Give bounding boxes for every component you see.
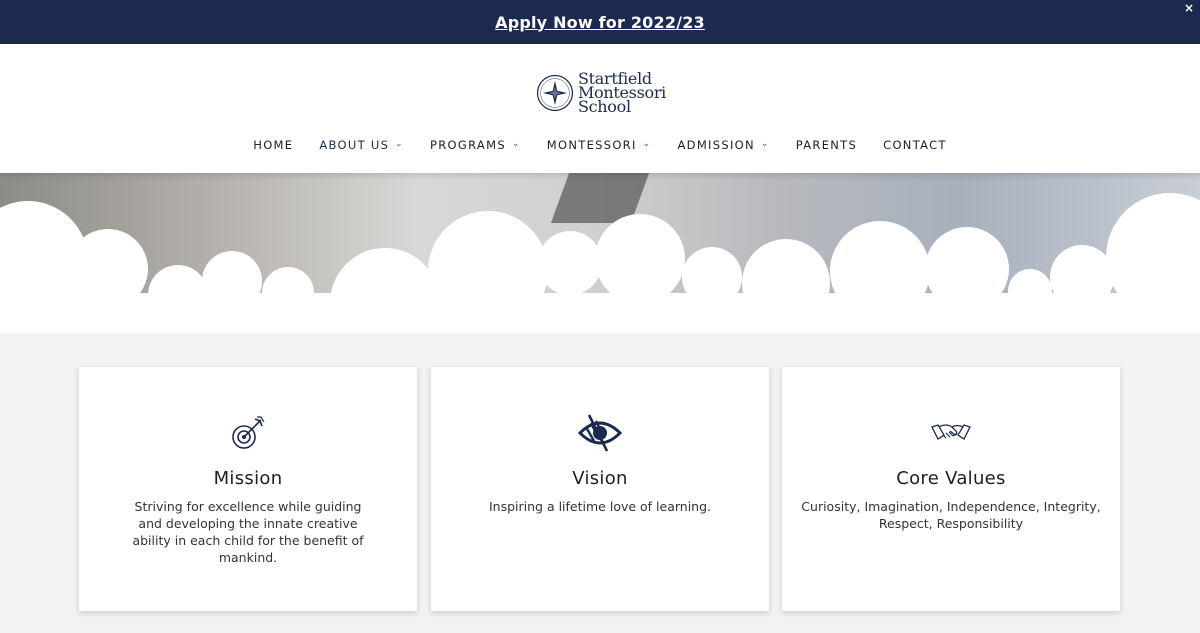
chevron-down-icon: ⌄ <box>642 139 652 149</box>
target-arrow-icon <box>232 416 265 449</box>
nav-label: PARENTS <box>795 138 858 152</box>
school-logo[interactable]: Startfield Montessori School <box>536 66 666 120</box>
nav-item-montessori[interactable]: MONTESSORI ⌄ <box>547 137 652 153</box>
nav-label: HOME <box>253 138 294 152</box>
card-icon-wrap <box>431 413 769 453</box>
eye-icon <box>577 414 623 452</box>
compass-star-icon <box>536 74 574 112</box>
handshake-icon <box>931 424 971 440</box>
nav-label: MONTESSORI <box>546 138 637 152</box>
mission-card: Mission Striving for excellence while gu… <box>79 367 417 611</box>
nav-item-home[interactable]: HOME <box>253 137 293 153</box>
nav-label: PROGRAMS <box>430 138 506 152</box>
card-title: Vision <box>572 468 628 489</box>
chevron-down-icon: ⌄ <box>395 139 405 149</box>
card-title: Mission <box>213 468 283 489</box>
hero-image <box>0 173 1200 333</box>
about-cards-section: Mission Striving for excellence while gu… <box>0 333 1200 633</box>
core-values-card: Core Values Curiosity, Imagination, Inde… <box>782 367 1120 611</box>
main-nav: HOME ABOUT US ⌄ PROGRAMS ⌄ MONTESSORI ⌄ … <box>0 137 1200 153</box>
card-icon-wrap <box>79 413 417 453</box>
close-icon[interactable]: × <box>1184 2 1194 14</box>
card-title: Core Values <box>896 468 1006 489</box>
logo-line-3: School <box>577 97 631 116</box>
card-text: Striving for excellence while guiding an… <box>132 499 364 565</box>
nav-label: ADMISSION <box>677 138 755 152</box>
nav-item-parents[interactable]: PARENTS <box>796 137 857 153</box>
nav-item-programs[interactable]: PROGRAMS ⌄ <box>430 137 521 153</box>
nav-item-admission[interactable]: ADMISSION ⌄ <box>678 137 770 153</box>
nav-label: ABOUT US <box>319 138 390 152</box>
nav-item-about-us[interactable]: ABOUT US ⌄ <box>319 137 404 153</box>
chevron-down-icon: ⌄ <box>511 139 521 149</box>
announcement-bar: Apply Now for 2022/23 × <box>0 0 1200 44</box>
vision-card: Vision Inspiring a lifetime love of lear… <box>431 367 769 611</box>
logo-wordmark: Startfield Montessori School <box>577 71 666 116</box>
site-header: Startfield Montessori School HOME ABOUT … <box>0 44 1200 173</box>
card-text: Inspiring a lifetime love of learning. <box>488 499 712 514</box>
apply-now-link[interactable]: Apply Now for 2022/23 <box>495 13 705 32</box>
nav-item-contact[interactable]: CONTACT <box>883 137 947 153</box>
card-text: Curiosity, Imagination, Independence, In… <box>801 499 1101 531</box>
card-icon-wrap <box>782 413 1120 453</box>
cloud-divider <box>0 193 1200 333</box>
chevron-down-icon: ⌄ <box>760 139 770 149</box>
nav-label: CONTACT <box>883 138 947 152</box>
